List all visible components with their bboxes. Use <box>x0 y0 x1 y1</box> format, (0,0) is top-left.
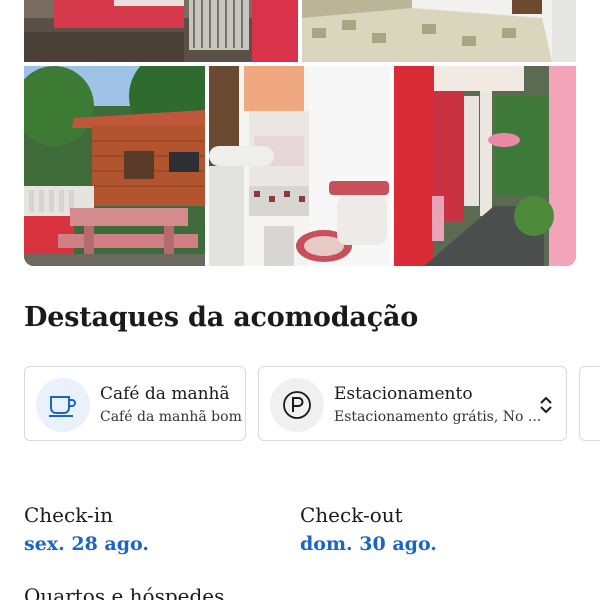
checkout-label: Check-out <box>300 503 403 527</box>
photo-veranda-corridor[interactable] <box>394 66 576 266</box>
photo-exterior-gate[interactable] <box>24 0 298 62</box>
parking-icon <box>283 391 311 419</box>
expand-chevron-icon[interactable] <box>538 395 554 415</box>
coffee-cup-icon <box>49 396 76 417</box>
checkin-label: Check-in <box>24 503 114 527</box>
icon-circle <box>36 378 90 432</box>
highlight-card-parking[interactable]: Estacionamento Estacionamento grátis, No… <box>258 366 567 441</box>
checkout-date[interactable]: dom. 30 ago. <box>300 533 437 555</box>
highlight-title: Estacionamento <box>334 384 473 404</box>
photo-bedroom-bed[interactable] <box>302 0 576 62</box>
checkin-date[interactable]: sex. 28 ago. <box>24 533 149 555</box>
icon-circle <box>270 378 324 432</box>
highlight-card-breakfast[interactable]: Café da manhã Café da manhã bom <box>24 366 246 441</box>
rooms-guests-label: Quartos e hóspedes <box>24 584 225 600</box>
section-title-highlights: Destaques da acomodação <box>24 302 419 333</box>
highlight-card-partial[interactable] <box>579 366 600 441</box>
photo-bathroom[interactable] <box>209 66 390 266</box>
highlight-subtitle: Estacionamento grátis, No ... <box>334 409 542 425</box>
highlight-subtitle: Café da manhã bom <box>100 409 242 425</box>
photo-garden-picnic-table[interactable] <box>24 66 205 266</box>
highlight-title: Café da manhã <box>100 384 230 404</box>
